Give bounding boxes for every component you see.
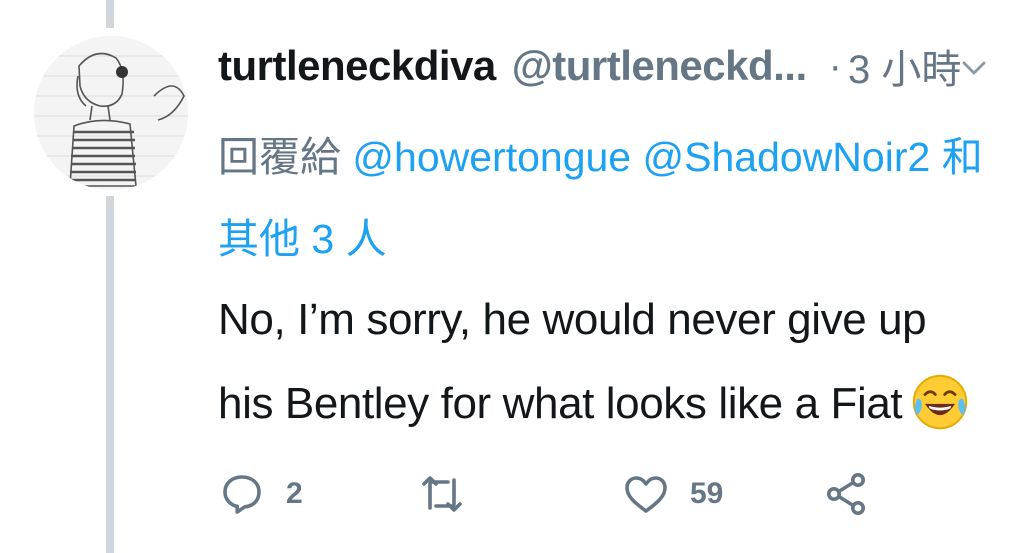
retweet-button[interactable]	[418, 466, 486, 522]
thread-line-top	[106, 0, 114, 28]
reply-count: 2	[286, 477, 303, 510]
share-button[interactable]	[822, 466, 870, 522]
separator-dot: ·	[828, 43, 842, 88]
share-icon	[827, 473, 865, 515]
tweet-text: No, I’m sorry, he would never give up hi…	[218, 278, 978, 446]
heart-icon	[625, 476, 667, 513]
tweet-body: No, I’m sorry, he would never give up hi…	[218, 295, 927, 428]
reply-button[interactable]: 2	[218, 466, 303, 522]
mention-link[interactable]: @howertongue	[352, 134, 631, 180]
more-options-chevron-down-icon[interactable]	[956, 50, 992, 86]
mention-link[interactable]: @ShadowNoir2	[643, 134, 931, 180]
like-count: 59	[690, 477, 724, 510]
reply-icon	[223, 475, 261, 514]
user-handle[interactable]: @turtleneckd...	[512, 42, 807, 90]
thread-line-bottom	[106, 196, 114, 553]
like-button[interactable]: 59	[622, 466, 723, 522]
replying-to: 回覆給 @howertongue @ShadowNoir2 和其他 3 人	[218, 116, 1008, 280]
reply-prefix: 回覆給	[218, 134, 341, 180]
tears-of-joy-emoji-icon	[913, 375, 968, 430]
retweet-icon	[422, 476, 462, 512]
timestamp[interactable]: 3 小時	[848, 37, 961, 95]
display-name[interactable]: turtleneckdiva	[218, 42, 496, 90]
tweet-actions: 2 59	[218, 466, 978, 522]
tweet-header: turtleneckdiva @turtleneckd... · 3 小時	[218, 38, 961, 94]
avatar-drawing	[34, 36, 188, 190]
avatar[interactable]	[34, 36, 188, 190]
